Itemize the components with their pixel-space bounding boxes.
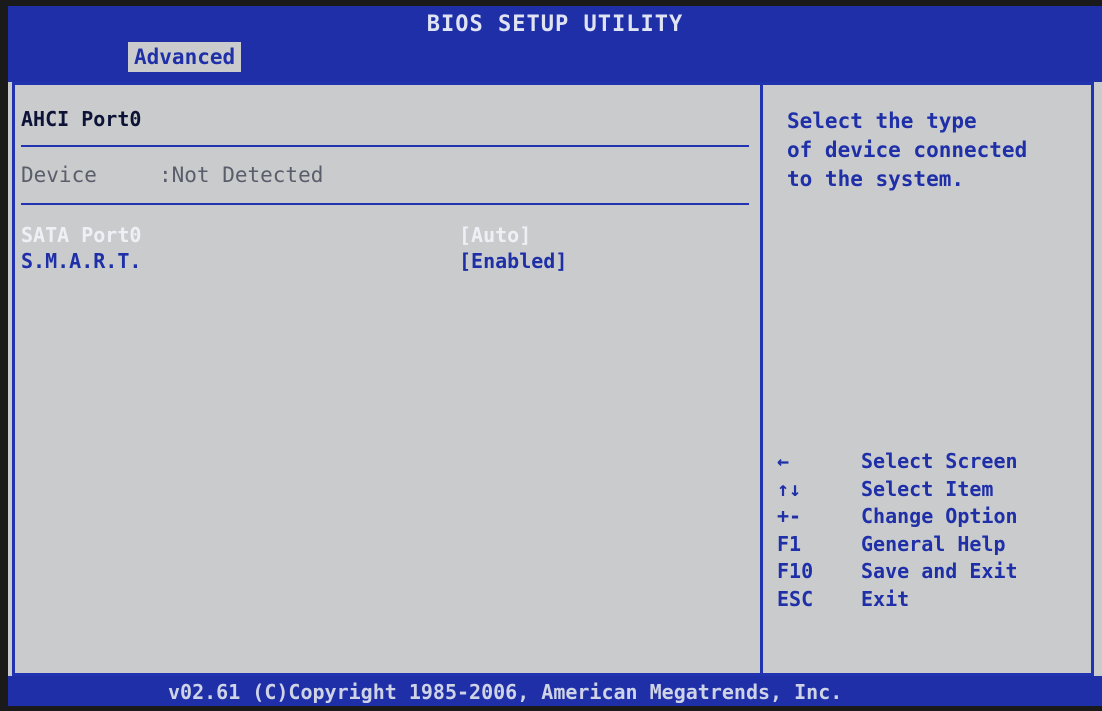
key-f10: F10 — [777, 559, 814, 583]
option-label: S.M.A.R.T. — [21, 249, 142, 273]
device-status: Device :Not Detected — [21, 163, 323, 187]
plus-minus-icon: +- — [777, 504, 802, 528]
option-label: SATA Port0 — [21, 223, 142, 247]
key-f1: F1 — [777, 531, 802, 556]
option-value[interactable]: [Auto] — [459, 223, 531, 247]
app-title: BIOS SETUP UTILITY — [426, 12, 684, 37]
key-desc: Exit — [861, 586, 910, 611]
key-row: F10 Save and Exit — [777, 559, 1077, 587]
title-bar: BIOS SETUP UTILITY — [8, 6, 1102, 46]
device-label: Device — [21, 163, 97, 187]
key-row: ESC Exit — [777, 587, 1077, 615]
divider — [21, 145, 749, 147]
tab-strip: Advanced — [8, 42, 1102, 82]
settings-pane: AHCI Port0 Device :Not Detected SATA Port… — [15, 85, 757, 673]
help-line: Select the type — [787, 109, 977, 133]
key-row: +- Change Option — [777, 504, 1077, 532]
key-desc: Change Option — [861, 504, 1018, 528]
tab-advanced[interactable]: Advanced — [128, 42, 242, 72]
up-down-arrows-icon: ↑↓ — [777, 476, 802, 501]
help-line: to the system. — [787, 167, 965, 191]
bios-screen: BIOS SETUP UTILITY Advanced AHCI Port0 D… — [8, 6, 1102, 706]
key-legend: ← Select Screen ↑↓ Select Item +- Change… — [777, 449, 1077, 614]
device-value: :Not Detected — [159, 163, 324, 187]
section-title: AHCI Port0 — [21, 107, 142, 131]
key-row: ← Select Screen — [777, 449, 1077, 477]
key-desc: Save and Exit — [861, 559, 1018, 583]
left-arrow-icon: ← — [777, 449, 790, 473]
copyright-text: v02.61 (C)Copyright 1985-2006, American … — [168, 680, 843, 704]
key-desc: Select Item — [861, 476, 994, 501]
key-desc: Select Screen — [861, 449, 1018, 473]
option-smart[interactable]: S.M.A.R.T. [Enabled] — [21, 249, 721, 275]
help-line: of device connected — [787, 138, 1028, 162]
help-text: Select the type of device connected to t… — [787, 107, 1087, 194]
key-row: F1 General Help — [777, 532, 1077, 560]
main-frame: AHCI Port0 Device :Not Detected SATA Port… — [12, 82, 1094, 676]
option-sata-port0[interactable]: SATA Port0 [Auto] — [21, 223, 721, 249]
key-desc: General Help — [861, 531, 1006, 556]
footer-bar: v02.61 (C)Copyright 1985-2006, American … — [8, 676, 1102, 706]
key-row: ↑↓ Select Item — [777, 477, 1077, 505]
help-pane: Select the type of device connected to t… — [760, 85, 1091, 673]
key-esc: ESC — [777, 586, 814, 611]
option-value[interactable]: [Enabled] — [459, 249, 567, 273]
divider — [21, 203, 749, 205]
